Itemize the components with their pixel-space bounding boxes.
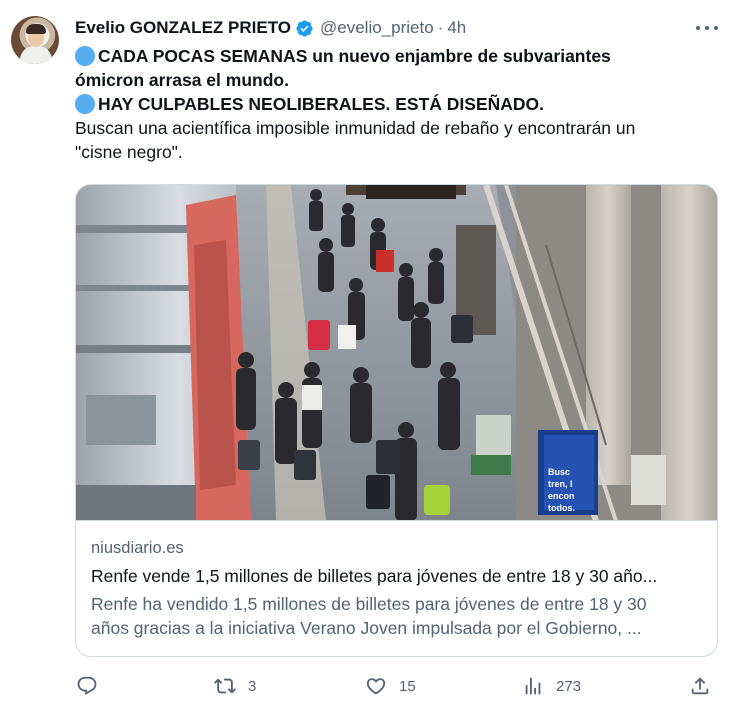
tweet-line-3-text: HAY CULPABLES NEOLIBERALES. ESTÁ DISEÑAD… — [98, 94, 544, 114]
views-icon — [525, 677, 541, 695]
like-button[interactable]: 15 — [365, 672, 416, 700]
svg-text:encon: encon — [548, 491, 575, 501]
author-handle[interactable]: @evelio_prieto — [320, 18, 434, 38]
tweet-header: Evelio GONZALEZ PRIETO @evelio_prieto · … — [75, 17, 725, 39]
views-count: 273 — [556, 677, 582, 695]
tweet-line-2-text: ómicron arrasa el mundo. — [75, 70, 289, 90]
tweet-line-1-text: CADA POCAS SEMANAS un nuevo enjambre de … — [98, 46, 611, 66]
like-count: 15 — [399, 677, 416, 695]
retweet-icon — [214, 678, 236, 694]
verified-badge-icon — [296, 19, 313, 37]
tweet-line-3: HAY CULPABLES NEOLIBERALES. ESTÁ DISEÑAD… — [75, 92, 715, 116]
tweet-text: CADA POCAS SEMANAS un nuevo enjambre de … — [75, 44, 715, 164]
reply-icon — [77, 676, 97, 695]
like-icon — [366, 678, 386, 695]
card-description-line-2: años gracias a la iniciativa Verano Jove… — [91, 618, 642, 638]
header-separator: · — [437, 18, 444, 37]
svg-text:todos.: todos. — [548, 503, 575, 513]
tweet-line-1: CADA POCAS SEMANAS un nuevo enjambre de … — [75, 44, 715, 68]
tweet-line-5: "cisne negro". — [75, 142, 183, 162]
author-name[interactable]: Evelio GONZALEZ PRIETO — [75, 18, 291, 38]
card-description: Renfe ha vendido 1,5 millones de billete… — [91, 592, 706, 640]
share-button[interactable] — [689, 672, 711, 700]
station-sign-text: Busc — [548, 467, 570, 477]
tweet-line-2: ómicron arrasa el mundo. — [75, 68, 715, 92]
avatar-hair — [26, 24, 46, 34]
tweet-timestamp[interactable]: 4h — [447, 18, 466, 38]
reply-button[interactable] — [76, 672, 110, 700]
blue-circle-emoji-icon — [75, 46, 95, 66]
tweet[interactable]: Evelio GONZALEZ PRIETO @evelio_prieto · … — [0, 0, 742, 714]
views-button[interactable]: 273 — [522, 672, 581, 700]
tweet-actions: 3 15 273 — [0, 672, 742, 700]
retweet-button[interactable]: 3 — [214, 672, 256, 700]
avatar-body — [20, 46, 52, 64]
card-description-line-1: Renfe ha vendido 1,5 millones de billete… — [91, 594, 647, 614]
blue-circle-emoji-icon — [75, 94, 95, 114]
card-domain: niusdiario.es — [91, 539, 184, 557]
avatar[interactable] — [11, 16, 59, 64]
tweet-line-4: Buscan una acientífica imposible inmunid… — [75, 118, 636, 138]
link-card[interactable]: Busc tren, l encon todos. niusdiario.es … — [75, 184, 718, 657]
share-icon — [691, 677, 709, 695]
retweet-count: 3 — [248, 677, 257, 695]
more-icon[interactable] — [696, 18, 718, 38]
card-image[interactable]: Busc tren, l encon todos. — [76, 185, 717, 521]
card-title[interactable]: Renfe vende 1,5 millones de billetes par… — [91, 566, 706, 587]
svg-text:tren, l: tren, l — [548, 479, 573, 489]
